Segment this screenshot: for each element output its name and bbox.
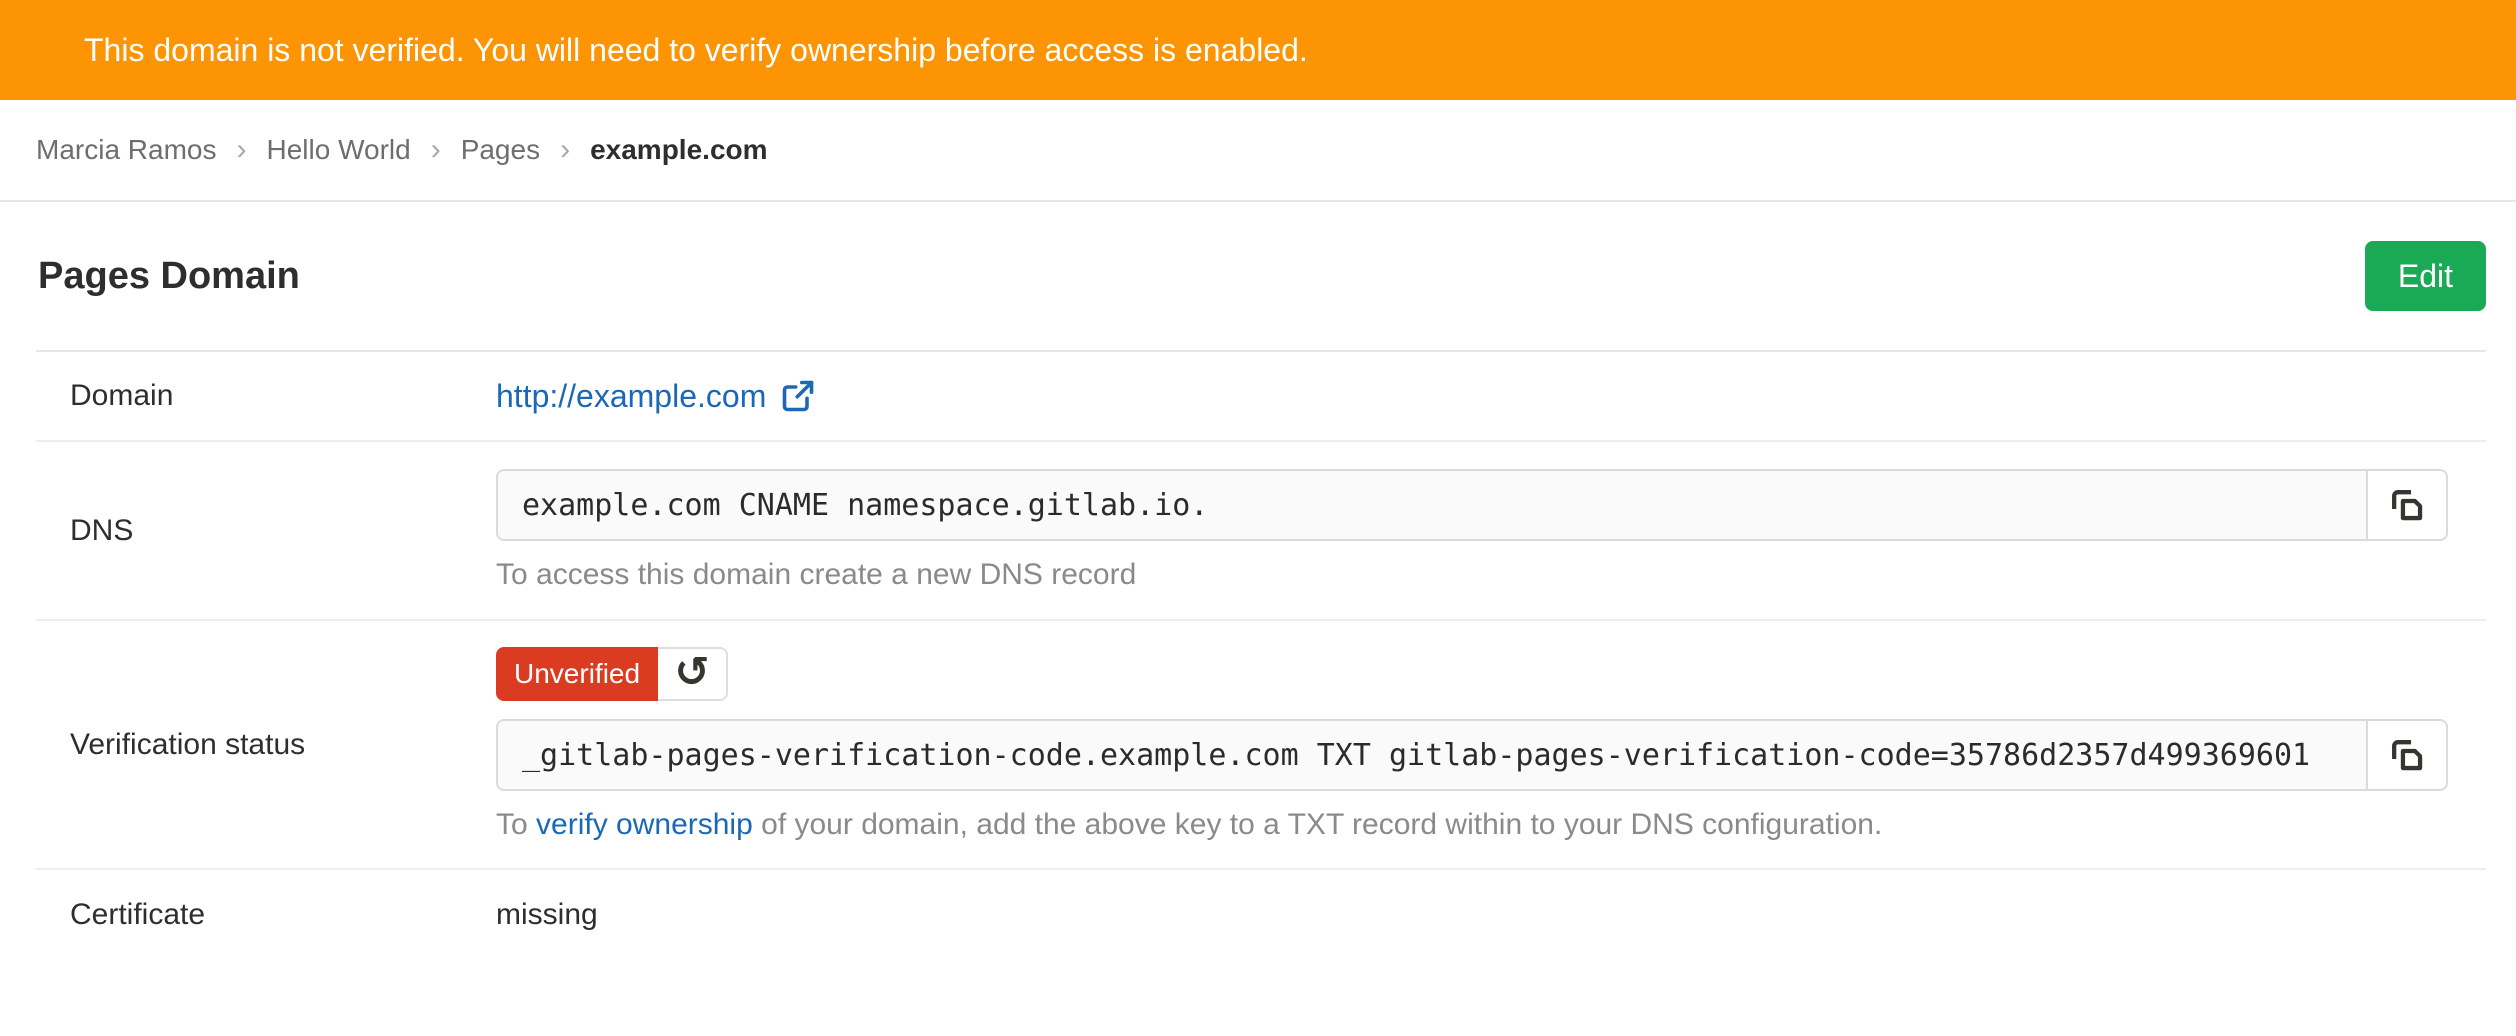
breadcrumb-current: example.com: [590, 134, 767, 166]
breadcrumb-separator: ›: [560, 135, 570, 165]
page-title: Pages Domain: [38, 255, 300, 298]
warning-banner-text: This domain is not verified. You will ne…: [84, 32, 1308, 69]
verification-record-group: [496, 719, 2448, 791]
domain-link-text: http://example.com: [496, 378, 766, 415]
verification-helper-text: To verify ownership of your domain, add …: [496, 805, 2448, 845]
breadcrumb: Marcia Ramos › Hello World › Pages › exa…: [0, 100, 2516, 202]
table-row-dns: DNS To access this domain create a new D…: [36, 442, 2486, 621]
table-row-verification: Verification status Unverified ↺: [36, 621, 2486, 870]
helper-suffix: of your domain, add the above key to a T…: [761, 808, 1882, 841]
copy-icon: [2389, 737, 2425, 773]
table-row-domain: Domain http://example.com: [36, 352, 2486, 442]
warning-banner: This domain is not verified. You will ne…: [0, 0, 2516, 100]
row-label: Certificate: [36, 898, 496, 932]
settings-table: Domain http://example.com DNS: [36, 350, 2486, 960]
row-label: DNS: [36, 514, 496, 548]
external-link-icon: [780, 378, 816, 414]
helper-prefix: To: [496, 808, 528, 841]
verify-ownership-link[interactable]: verify ownership: [536, 808, 753, 841]
breadcrumb-link-project[interactable]: Hello World: [266, 134, 410, 166]
row-label: Verification status: [36, 728, 496, 762]
edit-button[interactable]: Edit: [2365, 241, 2486, 311]
row-label: Domain: [36, 379, 496, 413]
dns-record-group: [496, 469, 2448, 541]
breadcrumb-link-pages[interactable]: Pages: [461, 134, 540, 166]
copy-dns-button[interactable]: [2368, 469, 2448, 541]
unverified-badge: Unverified: [496, 647, 658, 701]
table-row-certificate: Certificate missing: [36, 870, 2486, 960]
verification-record-input[interactable]: [496, 719, 2368, 791]
copy-verification-button[interactable]: [2368, 719, 2448, 791]
certificate-value: missing: [496, 898, 598, 932]
copy-icon: [2389, 487, 2425, 523]
dns-helper-text: To access this domain create a new DNS r…: [496, 555, 2448, 595]
retry-verification-button[interactable]: ↺: [658, 647, 728, 701]
page-header: Pages Domain Edit: [36, 202, 2486, 350]
breadcrumb-link-user[interactable]: Marcia Ramos: [36, 134, 216, 166]
breadcrumb-separator: ›: [431, 135, 441, 165]
retry-icon: ↺: [674, 651, 709, 693]
dns-record-input[interactable]: [496, 469, 2368, 541]
main-content: Pages Domain Edit Domain http://example.…: [0, 202, 2516, 960]
breadcrumb-separator: ›: [236, 135, 246, 165]
domain-link[interactable]: http://example.com: [496, 378, 816, 415]
verification-status-group: Unverified ↺: [496, 647, 728, 701]
